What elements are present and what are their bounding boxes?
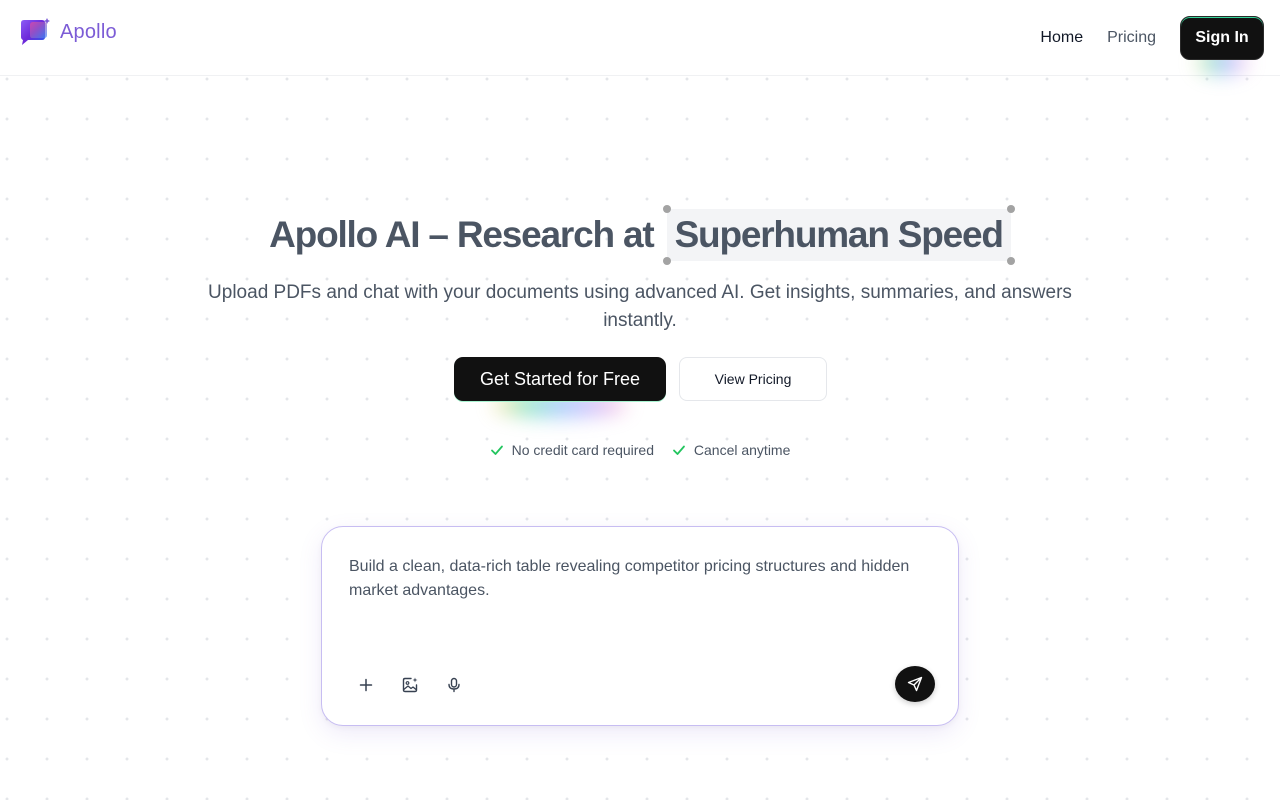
nav-home-link[interactable]: Home <box>1040 29 1083 47</box>
resize-handle-top-right[interactable] <box>1006 205 1015 213</box>
prompt-input[interactable]: Build a clean, data-rich table revealing… <box>349 555 939 603</box>
voice-input-button[interactable] <box>440 671 468 699</box>
get-started-button[interactable]: Get Started for Free <box>454 357 666 401</box>
brand-logo[interactable]: Apollo <box>18 17 117 47</box>
hero-title-prefix: Apollo AI – Research at <box>269 214 655 255</box>
cta-primary-wrapper: Get Started for Free <box>454 357 666 417</box>
hero-title-highlight: Superhuman Speed <box>674 214 1004 255</box>
send-button[interactable] <box>895 666 935 702</box>
check-label: Cancel anytime <box>693 442 791 458</box>
chat-bubble-logo-icon <box>21 18 50 45</box>
cta-row: Get Started for Free View Pricing <box>0 357 1280 417</box>
resize-handle-bottom-right[interactable] <box>1006 257 1015 265</box>
send-icon <box>907 676 923 692</box>
brand-name: Apollo <box>60 20 117 43</box>
site-header: Apollo Home Pricing Sign In <box>0 0 1280 76</box>
check-icon <box>672 445 685 455</box>
sign-in-button[interactable]: Sign In <box>1180 16 1264 60</box>
hero-title-highlight-box[interactable]: Superhuman Speed <box>662 205 1015 265</box>
sign-in-wrapper: Sign In <box>1180 16 1264 74</box>
resize-handle-top-left[interactable] <box>662 205 671 213</box>
view-pricing-button[interactable]: View Pricing <box>679 357 827 401</box>
prompt-box: Build a clean, data-rich table revealing… <box>321 526 959 726</box>
check-item: Cancel anytime <box>672 442 791 458</box>
image-generate-button[interactable] <box>396 671 424 699</box>
plus-icon <box>359 678 373 692</box>
check-icon <box>490 445 503 455</box>
add-attachment-button[interactable] <box>352 671 380 699</box>
trust-checks: No credit card required Cancel anytime <box>0 442 1280 460</box>
check-item: No credit card required <box>490 442 654 458</box>
hero-subtitle: Upload PDFs and chat with your documents… <box>208 282 1072 331</box>
hero-title: Apollo AI – Research at Superhuman Speed <box>0 205 1280 265</box>
main-nav: Home Pricing Sign In <box>1040 16 1264 74</box>
check-label: No credit card required <box>511 442 654 458</box>
resize-handle-bottom-left[interactable] <box>662 257 671 265</box>
image-sparkle-icon <box>402 677 418 693</box>
nav-pricing-link[interactable]: Pricing <box>1107 29 1156 47</box>
microphone-icon <box>448 677 460 693</box>
